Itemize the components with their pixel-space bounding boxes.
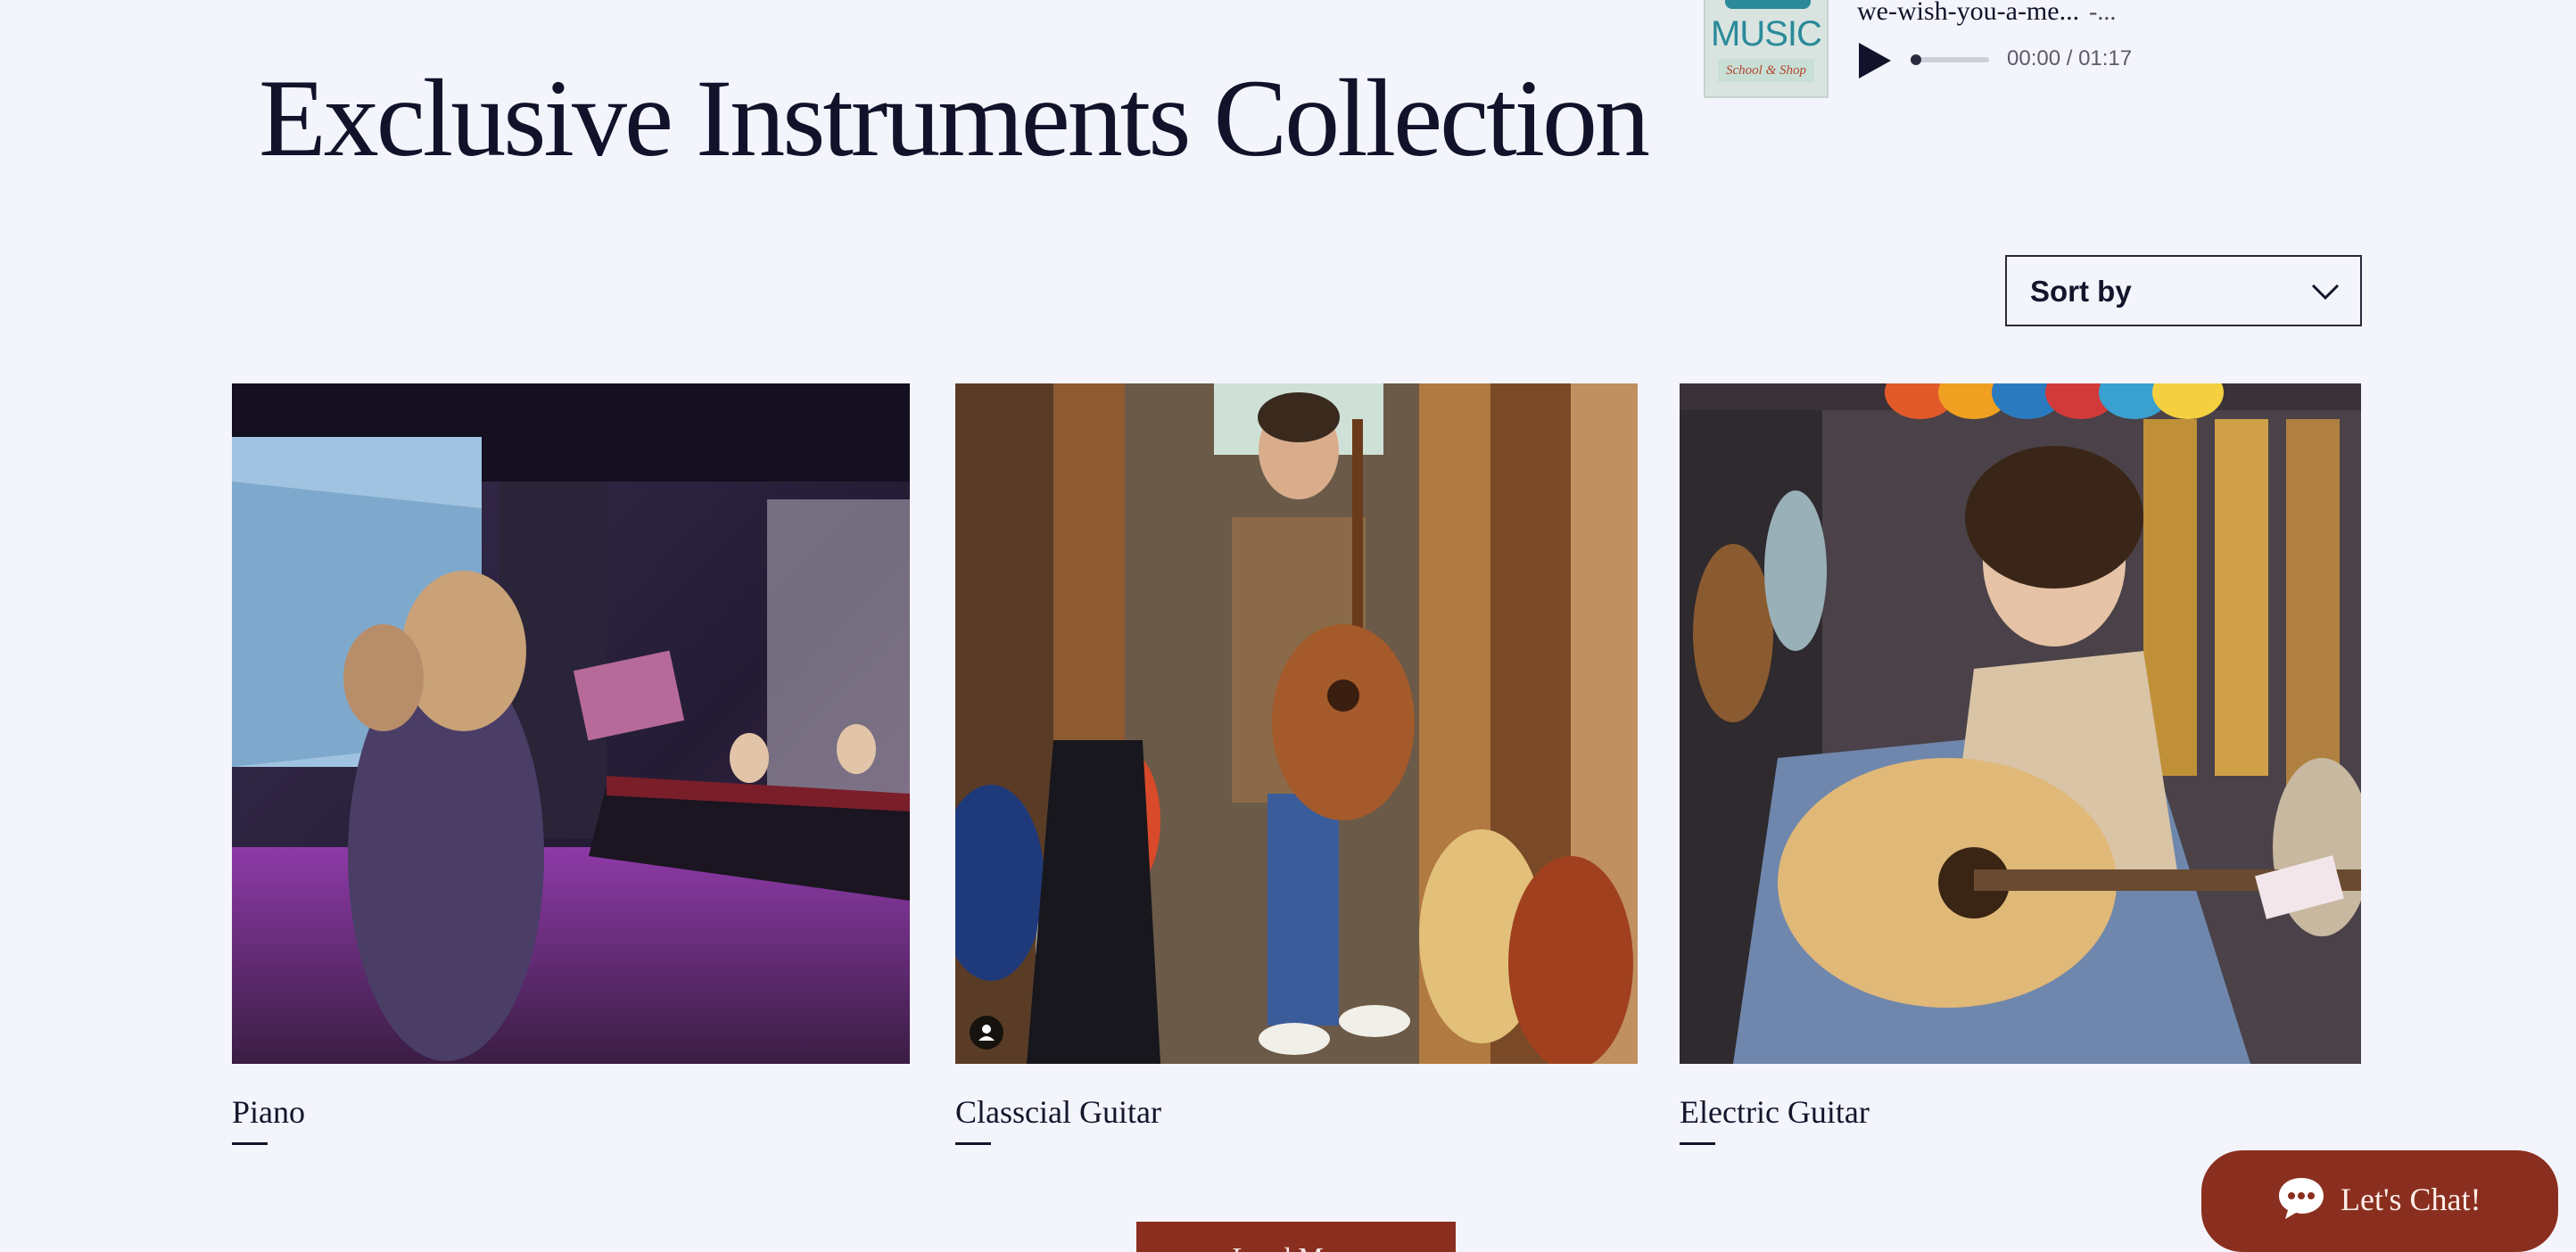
product-name[interactable]: Piano: [232, 1093, 305, 1131]
product-image-piano[interactable]: [232, 383, 910, 1064]
cover-banner: [1725, 0, 1811, 9]
electric-guitar-photo: [1680, 383, 2361, 1064]
play-icon: [1859, 43, 1891, 78]
piano-photo: [232, 383, 910, 1064]
chat-label: Let's Chat!: [2341, 1182, 2481, 1217]
classical-guitar-photo: [955, 383, 1638, 1064]
cover-tag: School & Shop: [1718, 59, 1814, 82]
product-underline: [955, 1142, 991, 1145]
track-artist: -...: [2089, 0, 2117, 26]
sort-dropdown[interactable]: Sort by: [2005, 255, 2362, 326]
track-title: we-wish-you-a-me...: [1857, 0, 2080, 26]
album-cover: MUSIC School & Shop: [1704, 0, 1829, 98]
page-title: Exclusive Instruments Collection: [259, 57, 1650, 179]
product-underline: [232, 1142, 268, 1145]
product-underline: [1680, 1142, 1715, 1145]
load-more-button[interactable]: Load More: [1136, 1222, 1456, 1252]
load-more-label: Load More: [1136, 1241, 1456, 1252]
user-icon[interactable]: [970, 1016, 1003, 1050]
product-name[interactable]: Electric Guitar: [1680, 1093, 1870, 1131]
chat-bubble-icon: [2279, 1178, 2324, 1219]
product-image-classical-guitar[interactable]: [955, 383, 1638, 1064]
chevron-down-icon: [2311, 284, 2340, 301]
user-glyph: [978, 1025, 995, 1041]
play-button[interactable]: [1857, 41, 1893, 80]
chat-button[interactable]: Let's Chat!: [2201, 1150, 2558, 1252]
progress-bar[interactable]: [1911, 54, 1989, 65]
music-player: MUSIC School & Shop we-wish-you-a-me... …: [1704, 0, 2203, 100]
product-name[interactable]: Classcial Guitar: [955, 1093, 1161, 1131]
progress-knob[interactable]: [1911, 54, 1921, 65]
sort-label: Sort by: [2030, 275, 2132, 308]
track-time: 00:00 / 01:17: [2007, 46, 2133, 70]
cover-word: MUSIC: [1711, 14, 1822, 54]
product-image-electric-guitar[interactable]: [1680, 383, 2361, 1064]
